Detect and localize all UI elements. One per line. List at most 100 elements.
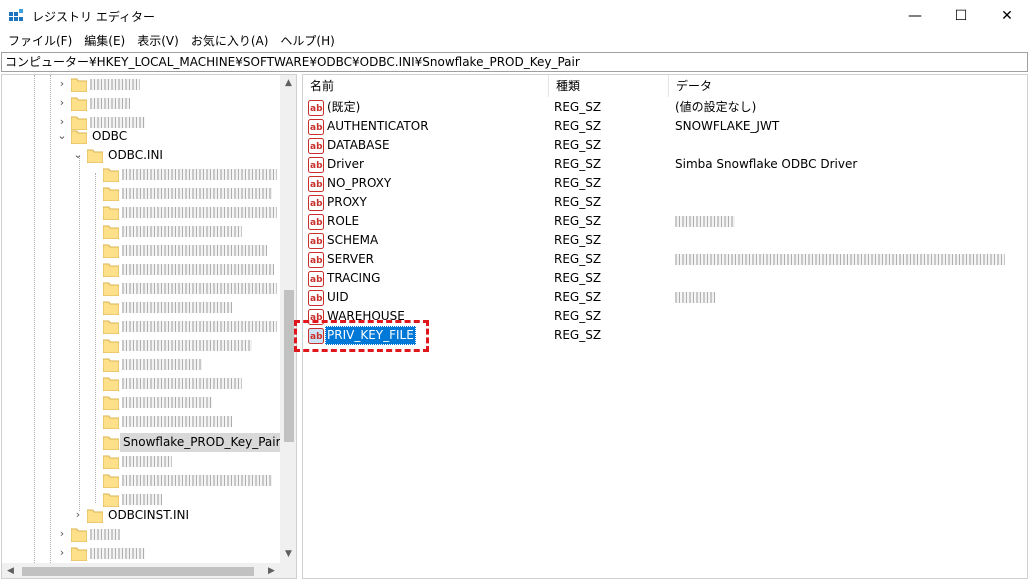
- menu-help[interactable]: ヘルプ(H): [274, 31, 340, 51]
- redacted-label: [122, 302, 232, 313]
- scroll-thumb[interactable]: [284, 290, 294, 442]
- value-type: REG_SZ: [554, 195, 602, 209]
- folder-icon: [71, 78, 87, 92]
- tree-item-redacted[interactable]: [2, 452, 280, 471]
- redacted-label: [122, 264, 274, 275]
- value-row[interactable]: ab PROXY REG_SZ: [303, 193, 1027, 212]
- tree-item-snowflake-prod-key-pair[interactable]: Snowflake_PROD_Key_Pair: [2, 433, 284, 452]
- menu-file[interactable]: ファイル(F): [2, 31, 78, 51]
- tree-item-redacted[interactable]: [2, 184, 280, 203]
- value-type: REG_SZ: [554, 157, 602, 171]
- string-value-icon: ab: [308, 157, 324, 173]
- chevron-right-icon[interactable]: ›: [56, 527, 68, 541]
- svg-text:ab: ab: [310, 123, 323, 133]
- scroll-thumb[interactable]: [22, 567, 254, 576]
- folder-icon: [103, 415, 119, 429]
- tree-item-odbc-ini[interactable]: ⌄ ODBC.INI: [2, 146, 280, 165]
- value-row[interactable]: ab AUTHENTICATOR REG_SZ SNOWFLAKE_JWT: [303, 117, 1027, 136]
- minimize-button[interactable]: —: [892, 0, 938, 31]
- address-bar[interactable]: コンピューター¥HKEY_LOCAL_MACHINE¥SOFTWARE¥ODBC…: [1, 52, 1028, 72]
- folder-icon: [103, 282, 119, 296]
- menu-edit[interactable]: 編集(E): [78, 31, 131, 51]
- scroll-right-arrow-icon[interactable]: ▶: [263, 563, 280, 578]
- value-data: (値の設定なし): [675, 100, 757, 114]
- scroll-up-arrow-icon[interactable]: ▲: [280, 75, 296, 92]
- folder-icon: [103, 320, 119, 334]
- value-row[interactable]: ab DATABASE REG_SZ: [303, 136, 1027, 155]
- tree-item-redacted[interactable]: [2, 393, 280, 412]
- tree-item-redacted[interactable]: [2, 260, 280, 279]
- svg-text:ab: ab: [310, 161, 323, 171]
- chevron-down-icon[interactable]: ⌄: [56, 129, 68, 143]
- folder-icon: [87, 509, 103, 523]
- tree-item-redacted[interactable]: [2, 279, 280, 298]
- scroll-down-arrow-icon[interactable]: ▼: [280, 546, 296, 563]
- string-value-icon: ab: [308, 290, 324, 306]
- value-name: AUTHENTICATOR: [327, 119, 429, 133]
- tree-item-redacted[interactable]: [2, 165, 280, 184]
- value-type: REG_SZ: [554, 138, 602, 152]
- value-row[interactable]: ab UID REG_SZ: [303, 288, 1027, 307]
- folder-icon: [103, 301, 119, 315]
- chevron-right-icon[interactable]: ›: [56, 546, 68, 560]
- string-value-icon: ab: [308, 100, 324, 116]
- redacted-label: [90, 548, 145, 559]
- scroll-left-arrow-icon[interactable]: ◀: [2, 563, 19, 578]
- key-tree[interactable]: › › › › › ⌄ ODBC ⌄ ODBC.INI Snowflake_PROD_K…: [1, 74, 297, 579]
- chevron-down-icon[interactable]: ⌄: [72, 148, 84, 162]
- tree-horizontal-scrollbar[interactable]: ◀ ▶: [2, 563, 296, 578]
- svg-text:ab: ab: [310, 104, 323, 114]
- tree-item-redacted[interactable]: [2, 355, 280, 374]
- menu-view[interactable]: 表示(V): [131, 31, 185, 51]
- folder-icon: [103, 225, 119, 239]
- value-name: SERVER: [327, 252, 375, 266]
- value-row[interactable]: ab SCHEMA REG_SZ: [303, 231, 1027, 250]
- tree-label: ODBCINST.INI: [108, 508, 189, 522]
- tree-item-redacted[interactable]: ›: [2, 544, 280, 563]
- tree-vertical-scrollbar[interactable]: ▲ ▼: [280, 75, 296, 563]
- tree-item-redacted[interactable]: [2, 222, 280, 241]
- redacted-label: [122, 169, 277, 180]
- folder-icon: [103, 206, 119, 220]
- redacted-label: [122, 226, 242, 237]
- tree-item-redacted[interactable]: ›: [2, 94, 280, 113]
- string-value-icon: ab: [308, 138, 324, 154]
- folder-icon: [103, 244, 119, 258]
- tree-item-redacted[interactable]: ›: [2, 75, 280, 94]
- close-button[interactable]: ✕: [984, 0, 1030, 31]
- maximize-button[interactable]: ☐: [938, 0, 984, 31]
- value-row[interactable]: ab SERVER REG_SZ: [303, 250, 1027, 269]
- column-header-data[interactable]: データ: [669, 75, 1027, 97]
- folder-icon: [71, 528, 87, 542]
- tree-item-redacted[interactable]: [2, 203, 280, 222]
- redacted-value: [675, 254, 1005, 265]
- chevron-right-icon[interactable]: ›: [72, 508, 84, 522]
- folder-icon: [87, 149, 103, 163]
- tree-item-redacted[interactable]: [2, 241, 280, 260]
- tree-item-redacted[interactable]: [2, 317, 280, 336]
- value-row[interactable]: ab Driver REG_SZ Simba Snowflake ODBC Drive…: [303, 155, 1027, 174]
- column-header-type[interactable]: 種類: [549, 75, 669, 97]
- tree-item-odbc[interactable]: ⌄ ODBC: [2, 127, 280, 146]
- tree-item-redacted[interactable]: [2, 298, 280, 317]
- string-value-icon: ab: [308, 271, 324, 287]
- tree-item-redacted[interactable]: [2, 336, 280, 355]
- menu-favorites[interactable]: お気に入り(A): [185, 31, 275, 51]
- value-row[interactable]: ab NO_PROXY REG_SZ: [303, 174, 1027, 193]
- tree-item-redacted[interactable]: [2, 471, 280, 490]
- value-name: ROLE: [327, 214, 360, 228]
- value-row[interactable]: ab TRACING REG_SZ: [303, 269, 1027, 288]
- value-row[interactable]: ab (既定) REG_SZ (値の設定なし): [303, 98, 1027, 117]
- chevron-right-icon[interactable]: ›: [56, 77, 68, 91]
- tree-item-redacted[interactable]: ›: [2, 525, 280, 544]
- string-value-icon: ab: [308, 214, 324, 230]
- redacted-label: [122, 321, 277, 332]
- value-name: DATABASE: [327, 138, 390, 152]
- tree-item-odbcinst-ini[interactable]: › ODBCINST.INI: [2, 506, 280, 525]
- tree-item-redacted[interactable]: [2, 374, 280, 393]
- svg-text:ab: ab: [310, 294, 323, 304]
- chevron-right-icon[interactable]: ›: [56, 96, 68, 110]
- value-row[interactable]: ab ROLE REG_SZ: [303, 212, 1027, 231]
- tree-item-redacted[interactable]: [2, 412, 280, 431]
- column-header-name[interactable]: 名前: [303, 75, 549, 97]
